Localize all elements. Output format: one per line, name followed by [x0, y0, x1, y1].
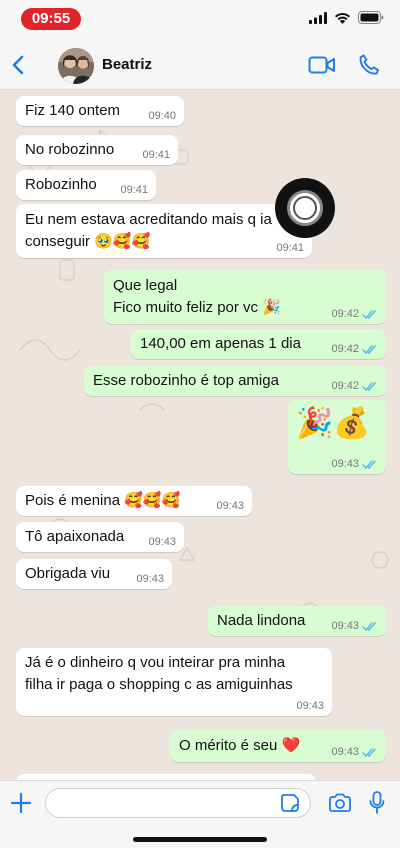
message-time: 09:43: [296, 700, 324, 712]
message-time: 09:42: [331, 308, 359, 320]
status-time: 09:55: [21, 8, 81, 30]
back-chevron-icon[interactable]: [8, 52, 30, 78]
screen-record-button[interactable]: [275, 178, 335, 238]
message-time: 09:43: [331, 458, 359, 470]
message-bubble-incoming[interactable]: Eu nem estava acreditando mais q ia cons…: [16, 204, 312, 258]
message-input-bar: [0, 780, 400, 848]
message-bubble-outgoing[interactable]: 140,00 em apenas 1 dia 09:42: [131, 329, 386, 359]
message-bubble-incoming[interactable]: Pois é menina 🥰🥰🥰 09:43: [16, 486, 252, 516]
message-time: 09:43: [331, 746, 359, 758]
status-bar: 09:55: [0, 0, 400, 40]
message-text: Eu nem estava acreditando mais q ia cons…: [25, 211, 272, 250]
read-ticks-icon: [362, 381, 376, 391]
message-bubble-incoming[interactable]: No robozinno 09:41: [16, 135, 178, 165]
read-ticks-icon: [362, 309, 376, 319]
camera-icon[interactable]: [328, 793, 352, 813]
sticker-icon[interactable]: [280, 793, 300, 813]
message-bubble-outgoing[interactable]: 🎉💰 09:43: [288, 400, 386, 474]
chat-area[interactable]: Fiz 140 ontem 09:40 No robozinno 09:41 R…: [0, 90, 400, 780]
message-text: Pois é menina 🥰🥰🥰: [25, 492, 181, 509]
wifi-icon: [334, 11, 351, 29]
message-bubble-incoming[interactable]: Obrigada viu 09:43: [16, 559, 172, 589]
plus-icon[interactable]: [10, 792, 32, 814]
message-bubble-outgoing[interactable]: O mérito é seu ❤️ 09:43: [170, 730, 386, 762]
message-time: 09:43: [331, 620, 359, 632]
avatar[interactable]: [58, 48, 94, 84]
message-bubble-outgoing[interactable]: Nada lindona 09:43: [208, 606, 386, 636]
home-indicator: [133, 837, 267, 842]
message-bubble-outgoing[interactable]: Esse robozinho é top amiga 09:42: [84, 366, 386, 396]
message-bubble-incoming[interactable]: Já é o dinheiro q vou inteirar pra minha…: [16, 648, 332, 716]
contact-name[interactable]: Beatriz: [102, 56, 152, 73]
message-bubble-incoming[interactable]: Robozinho 09:41: [16, 170, 156, 200]
message-text: 🎉💰: [296, 406, 371, 441]
message-time: 09:42: [331, 343, 359, 355]
message-bubble-outgoing[interactable]: Que legal Fico muito feliz por vc 🎉 09:4…: [104, 270, 386, 324]
message-time: 09:41: [120, 184, 148, 196]
read-ticks-icon: [362, 459, 376, 469]
video-call-icon[interactable]: [308, 54, 336, 76]
message-time: 09:43: [216, 500, 244, 512]
message-text: Já é o dinheiro q vou inteirar pra minha…: [25, 654, 293, 693]
message-time: 09:41: [142, 149, 170, 161]
message-bubble-incoming[interactable]: Fiz 140 ontem 09:40: [16, 96, 184, 126]
battery-icon: [358, 11, 384, 29]
message-input[interactable]: [45, 788, 311, 818]
message-time: 09:41: [276, 242, 304, 254]
message-time: 09:43: [136, 573, 164, 585]
phone-call-icon[interactable]: [357, 53, 381, 77]
message-bubble-incoming[interactable]: Tô apaixonada 09:43: [16, 522, 184, 552]
microphone-icon[interactable]: [369, 791, 385, 815]
chat-header: Beatriz: [0, 40, 400, 90]
signal-icon: [309, 11, 327, 29]
message-time: 09:40: [148, 110, 176, 122]
read-ticks-icon: [362, 747, 376, 757]
message-time: 09:42: [331, 380, 359, 392]
status-icons: [309, 11, 384, 29]
message-time: 09:43: [148, 536, 176, 548]
read-ticks-icon: [362, 344, 376, 354]
read-ticks-icon: [362, 621, 376, 631]
